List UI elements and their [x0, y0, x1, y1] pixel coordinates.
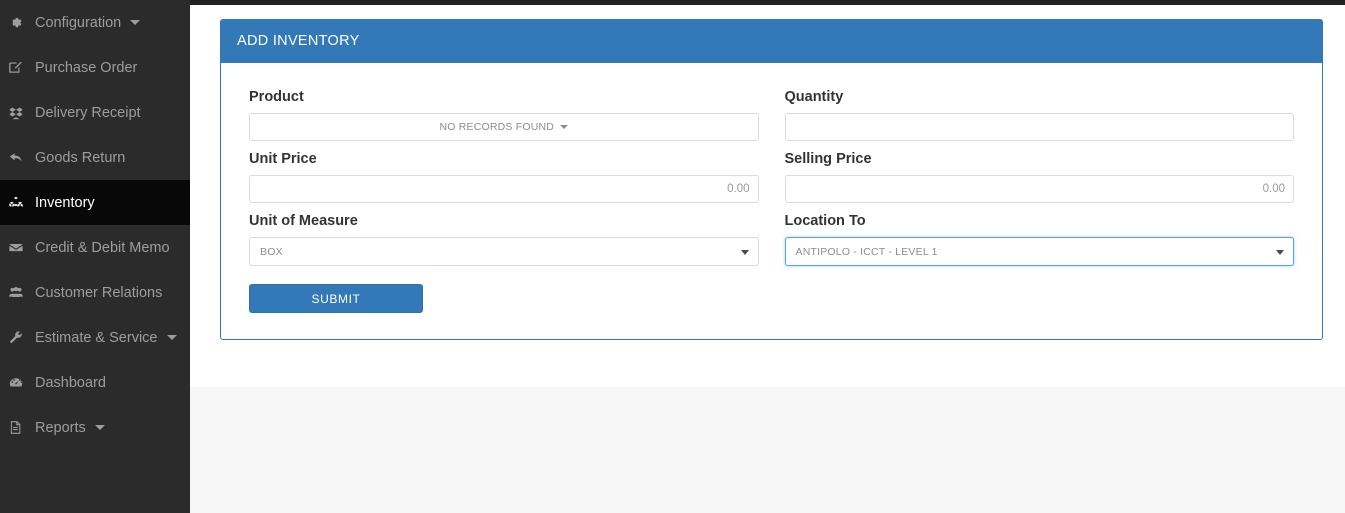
panel-title: ADD INVENTORY	[221, 20, 1322, 63]
edit-icon	[8, 60, 30, 76]
dropbox-icon	[8, 105, 30, 121]
submit-row: SUBMIT	[249, 284, 1294, 313]
sidebar-item-label: Purchase Order	[35, 59, 138, 76]
unit-of-measure-label: Unit of Measure	[249, 213, 358, 229]
sidebar-item-label: Estimate & Service	[35, 329, 158, 346]
sidebar-item-label: Delivery Receipt	[35, 104, 141, 121]
selling-price-input[interactable]	[784, 175, 1294, 203]
file-icon	[8, 420, 30, 436]
field-group-location-to: Location To ANTIPOLO - ICCT - LEVEL 1	[784, 203, 1294, 266]
field-group-selling-price: Selling Price	[784, 141, 1294, 203]
field-group-unit-price: Unit Price	[249, 141, 759, 203]
quantity-label: Quantity	[784, 89, 844, 105]
cubes-icon	[8, 195, 30, 211]
app-root: Configuration Purchase Order Delivery Re…	[0, 0, 1345, 513]
product-select[interactable]: NO RECORDS FOUND	[249, 113, 759, 141]
sidebar-item-label: Goods Return	[35, 149, 126, 166]
sidebar-item-customer-relations[interactable]: Customer Relations	[0, 270, 190, 315]
sidebar-item-configuration[interactable]: Configuration	[0, 0, 190, 45]
gear-icon	[8, 15, 30, 31]
add-inventory-panel: ADD INVENTORY Product NO RECORDS FOUND Q…	[220, 19, 1323, 340]
chevron-down-icon	[130, 20, 141, 25]
sidebar-item-inventory[interactable]: Inventory	[0, 180, 190, 225]
caret-down-icon	[1276, 249, 1284, 255]
sidebar-item-label: Inventory	[35, 194, 95, 211]
sidebar-item-label: Credit & Debit Memo	[35, 239, 170, 256]
location-to-label: Location To	[784, 213, 866, 229]
sidebar-item-estimate-service[interactable]: Estimate & Service	[0, 315, 190, 360]
main-content: ADD INVENTORY Product NO RECORDS FOUND Q…	[190, 5, 1345, 387]
panel-body: Product NO RECORDS FOUND Quantity Unit P…	[221, 63, 1322, 339]
form-row-1: Product NO RECORDS FOUND Quantity	[249, 79, 1294, 141]
sidebar-item-dashboard[interactable]: Dashboard	[0, 360, 190, 405]
sidebar-nav-list: Configuration Purchase Order Delivery Re…	[0, 0, 190, 450]
field-group-quantity: Quantity	[784, 79, 1294, 141]
sidebar-item-delivery-receipt[interactable]: Delivery Receipt	[0, 90, 190, 135]
sidebar: Configuration Purchase Order Delivery Re…	[0, 0, 190, 513]
unit-of-measure-value: BOX	[260, 245, 283, 258]
sidebar-item-credit-debit-memo[interactable]: Credit & Debit Memo	[0, 225, 190, 270]
form-row-2: Unit Price Selling Price	[249, 141, 1294, 203]
selling-price-label: Selling Price	[784, 151, 872, 167]
caret-down-icon	[560, 125, 569, 129]
sidebar-item-label: Customer Relations	[35, 284, 163, 301]
dashboard-icon	[8, 375, 30, 391]
location-to-select[interactable]: ANTIPOLO - ICCT - LEVEL 1	[784, 237, 1294, 266]
envelope-icon	[8, 240, 30, 256]
sidebar-item-label: Reports	[35, 419, 86, 436]
sidebar-item-label: Dashboard	[35, 374, 106, 391]
users-icon	[8, 285, 30, 301]
location-to-value: ANTIPOLO - ICCT - LEVEL 1	[795, 245, 938, 258]
unit-price-input[interactable]	[249, 175, 759, 203]
unit-price-label: Unit Price	[249, 151, 317, 167]
sidebar-item-label: Configuration	[35, 14, 122, 31]
unit-of-measure-select[interactable]: BOX	[249, 237, 759, 266]
caret-down-icon	[740, 249, 749, 255]
page-background-bottom	[190, 387, 1345, 513]
form-row-3: Unit of Measure BOX Location To ANTIPOLO…	[249, 203, 1294, 266]
sidebar-item-purchase-order[interactable]: Purchase Order	[0, 45, 190, 90]
field-group-product: Product NO RECORDS FOUND	[249, 79, 759, 141]
product-select-value: NO RECORDS FOUND	[439, 121, 555, 133]
chevron-down-icon	[166, 335, 177, 340]
reply-icon	[8, 150, 30, 166]
sidebar-item-reports[interactable]: Reports	[0, 405, 190, 450]
product-label: Product	[249, 89, 304, 105]
submit-button[interactable]: SUBMIT	[249, 284, 423, 313]
field-group-unit-of-measure: Unit of Measure BOX	[249, 203, 759, 266]
sidebar-item-goods-return[interactable]: Goods Return	[0, 135, 190, 180]
quantity-input[interactable]	[784, 113, 1294, 141]
chevron-down-icon	[94, 425, 105, 430]
wrench-icon	[8, 330, 30, 346]
